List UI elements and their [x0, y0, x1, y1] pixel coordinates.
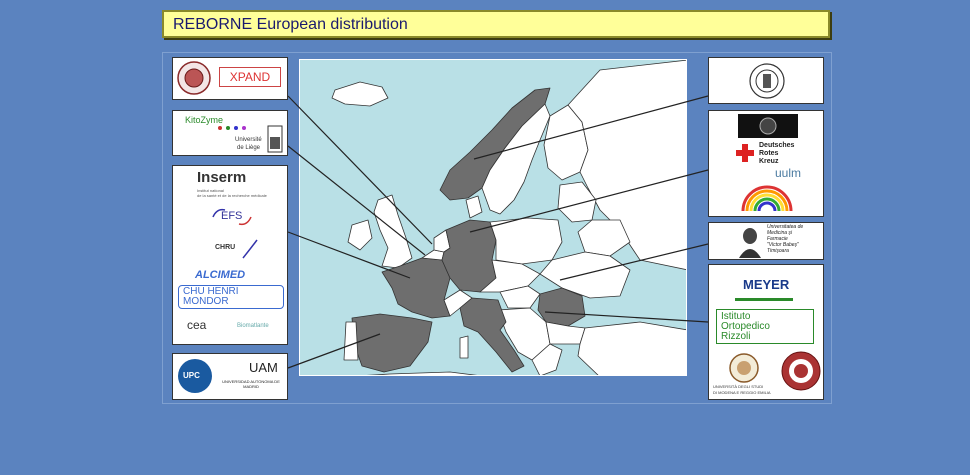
liege-line1: Université [235, 137, 262, 143]
rizzoli-logo: Istituto Ortopedico Rizzoli [716, 309, 814, 344]
line-italy-rizzoli [544, 311, 709, 323]
timisoara-line5: Timişoara [767, 248, 789, 254]
unimore-line1: UNIVERSITÀ DEGLI STUDI [713, 384, 764, 389]
line-belgium-liege [287, 145, 426, 256]
chu-mondor-line2: MONDOR [183, 296, 229, 307]
chu-mondor-logo: CHU HENRI MONDOR [178, 285, 284, 309]
rainbow-logo-icon [741, 185, 793, 212]
timisoara-logo: Universitatea de Medicina şi Farmacie "V… [767, 224, 803, 254]
alcimed-logo: ALCIMED [195, 269, 246, 281]
liege-logo-icon [267, 125, 283, 153]
efs-logo: EFS [221, 210, 243, 222]
meyer-logo: MEYER [743, 277, 790, 292]
partner-box-kitozyme-liege: KitoZyme Université de Liège [172, 110, 288, 156]
unimore-line2: DI MODENA E REGGIO EMILIA [713, 390, 771, 395]
university-oslo-seal-icon [749, 63, 785, 99]
line-spain-upc [287, 333, 381, 369]
ulm-institute-logo-icon [738, 114, 798, 138]
uulm-logo: uulm [775, 166, 802, 180]
partner-box-timisoara: Universitatea de Medicina şi Farmacie "V… [708, 222, 824, 260]
drk-line3: Kreuz [759, 158, 779, 165]
victor-babes-portrait-icon [739, 228, 761, 258]
chru-logo: CHRU [215, 244, 236, 251]
red-cross-icon [736, 144, 754, 162]
bologna-seal-icon [781, 351, 821, 391]
partner-box-italy: MEYER Istituto Ortopedico Rizzoli UNIVER… [708, 264, 824, 400]
drk-line2: Rotes [759, 150, 779, 157]
uam-sub: UNIVERSIDAD AUTONOMA DE MADRID [222, 379, 280, 389]
drk-line1: Deutsches [759, 142, 795, 149]
xpand-logo: XPAND [219, 67, 281, 87]
uam-logo: UAM [249, 360, 278, 375]
unimore-seal-icon [729, 353, 759, 383]
line-romania-timisoara [559, 243, 709, 281]
cea-logo: cea [187, 318, 207, 332]
university-seal-icon [177, 61, 211, 95]
partner-box-germany: Deutsches Rotes Kreuz uulm [708, 110, 824, 217]
upc-logo: UPC [183, 371, 200, 380]
line-norway-oslo [473, 95, 709, 160]
partner-box-oslo [708, 57, 824, 104]
kitozyme-dots-icon [218, 126, 246, 130]
kitozyme-logo: KitoZyme [185, 115, 224, 125]
inserm-sub2: de la santé et de la recherche médicale [197, 193, 267, 198]
rizzoli-line3: Rizzoli [721, 331, 751, 342]
biomatlante-logo: Biomatlante [237, 323, 269, 329]
line-spain-xpand [287, 95, 433, 245]
partner-box-france: Inserm Institut national de la santé et … [172, 165, 288, 345]
liege-line2: de Liège [237, 145, 261, 151]
inserm-logo: Inserm [197, 169, 247, 186]
line-france-inserm [287, 231, 411, 279]
connector-lines [287, 95, 709, 369]
chru-swoosh-icon [242, 239, 258, 259]
partner-box-spain: UPC UAM UNIVERSIDAD AUTONOMA DE MADRID [172, 353, 288, 400]
partner-box-xpand: XPAND [172, 57, 288, 100]
line-germany-drk [469, 169, 709, 233]
